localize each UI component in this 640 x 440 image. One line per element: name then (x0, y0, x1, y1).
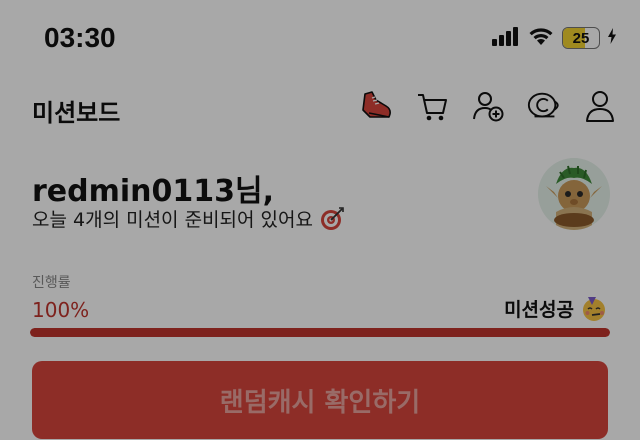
dim-overlay[interactable] (0, 0, 640, 440)
mission-board-screen: 03:30 25 미션보드 redmin0113님, 오늘 4개의 미션이 준비… (0, 0, 640, 440)
